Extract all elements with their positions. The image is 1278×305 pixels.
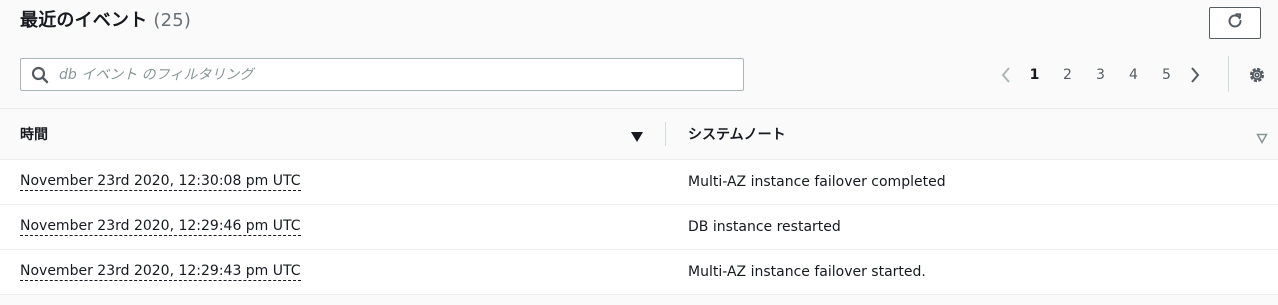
event-note: Multi-AZ instance failover completed [688, 174, 946, 190]
settings-button[interactable] [1245, 63, 1269, 87]
title-text: 最近のイベント [20, 10, 148, 31]
page-title: 最近のイベント (25) [20, 6, 191, 32]
search-input[interactable] [59, 66, 719, 83]
refresh-button[interactable] [1209, 7, 1261, 39]
column-header-time[interactable]: 時間 [20, 109, 48, 159]
search-box[interactable] [20, 58, 744, 91]
previous-page-button[interactable] [994, 62, 1018, 88]
sort-indicator-icon[interactable] [1256, 129, 1268, 148]
table-header: 時間 システムノート [0, 108, 1278, 160]
sort-descending-icon[interactable] [630, 128, 644, 147]
table-row: November 23rd 2020, 12:29:43 pm UTC Mult… [0, 250, 1278, 295]
toolbar-divider [1228, 56, 1229, 92]
event-time[interactable]: November 23rd 2020, 12:30:08 pm UTC [20, 173, 301, 191]
event-note: DB instance restarted [688, 219, 841, 235]
next-page-button[interactable] [1183, 62, 1207, 88]
event-time[interactable]: November 23rd 2020, 12:29:46 pm UTC [20, 218, 301, 236]
page-3-button[interactable]: 3 [1084, 67, 1117, 83]
page-1-button[interactable]: 1 [1018, 67, 1051, 83]
column-header-system-note[interactable]: システムノート [688, 109, 786, 159]
event-note: Multi-AZ instance failover started. [688, 264, 926, 280]
event-count: (25) [153, 10, 192, 31]
column-resizer[interactable] [665, 122, 666, 146]
search-icon [21, 66, 59, 84]
pagination: 1 2 3 4 5 [994, 62, 1207, 88]
chevron-left-icon [1001, 67, 1010, 83]
table-row: November 23rd 2020, 12:29:46 pm UTC DB i… [0, 205, 1278, 250]
page-4-button[interactable]: 4 [1117, 67, 1150, 83]
event-time[interactable]: November 23rd 2020, 12:29:43 pm UTC [20, 263, 301, 281]
page-5-button[interactable]: 5 [1150, 67, 1183, 83]
events-table: 時間 システムノート November 23rd 2020, 12:30:08 … [0, 108, 1278, 295]
page-2-button[interactable]: 2 [1051, 67, 1084, 83]
chevron-right-icon [1191, 67, 1200, 83]
gear-icon [1249, 67, 1265, 83]
table-row: November 23rd 2020, 12:30:08 pm UTC Mult… [0, 160, 1278, 205]
refresh-icon [1226, 12, 1244, 34]
